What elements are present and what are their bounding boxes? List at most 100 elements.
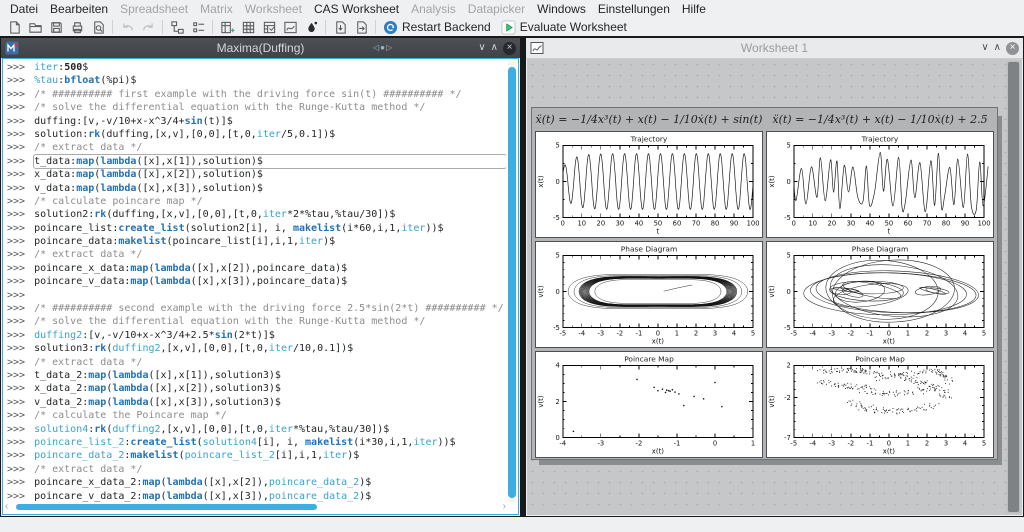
worksheet-panel-float-button[interactable]: ∨ [981,43,988,53]
properties-list-icon[interactable] [188,19,208,36]
document-new-icon[interactable] [4,19,24,36]
svg-text:1: 1 [675,330,679,338]
prompt: >>> [7,423,25,436]
worksheet-panel-expand-button[interactable]: ∧ [994,43,1001,53]
code-line: >>>x_data_2:map(lambda([x],x[2]),solutio… [7,382,506,395]
plot-trajectory-1[interactable]: Trajectory0102030405060708090100-505tx(t… [535,131,763,238]
redo-icon [138,19,158,36]
import-icon[interactable] [330,19,350,36]
prompt: >>> [7,248,25,261]
restart-backend-button[interactable]: Restart Backend [380,19,497,36]
prompt: >>> [7,356,25,369]
code-vertical-scrollbar[interactable] [508,61,516,502]
print-icon[interactable] [67,19,87,36]
svg-text:-2: -2 [847,330,854,338]
svg-text:-1: -1 [867,330,874,338]
prompt: >>> [7,289,25,302]
prompt: >>> [7,382,25,395]
code-line: >>>/* extract data */ [7,141,506,154]
svg-text:10: 10 [809,220,818,228]
prompt: >>> [7,449,25,462]
code-line: >>>/* solve the differential equation wi… [7,315,506,328]
code-line: >>>poincare_x_data_2:map(lambda([x],x[2]… [7,476,506,489]
svg-text:-5: -5 [784,214,791,222]
new-workbook-icon[interactable] [259,19,279,36]
scroll-left-arrow-icon[interactable]: ‹ [5,501,8,512]
plot-poincare-map-2[interactable]: Poincare Map-5-4-3-2-10123452-2-7x(t)v(t… [766,351,994,458]
plot-phase-diagram-1[interactable]: Phase Diagram-5-4-3-2-1012345-505x(t)v(t… [535,241,763,348]
worksheet-vertical-scrollbar[interactable] [1007,61,1020,513]
project-explorer-icon[interactable] [167,19,187,36]
menu-item-datei[interactable]: Datei [4,0,44,18]
svg-text:0: 0 [792,220,796,228]
svg-text:4: 4 [963,440,967,448]
code-vertical-scrollbar-thumb[interactable] [508,67,516,498]
svg-text:1: 1 [906,440,910,448]
restart-backend-icon [383,20,398,35]
svg-text:5: 5 [786,252,790,260]
maxima-code-editor[interactable]: >>>iter:500$>>>%tau:bfloat(%pi)$>>>/* ##… [2,58,519,515]
code-line: >>>/* extract data */ [7,248,506,261]
new-matrix-icon[interactable] [238,19,258,36]
svg-text:0: 0 [555,434,559,442]
toolbar-separator [112,20,113,34]
prompt: >>> [7,262,25,275]
prompt: >>> [7,436,25,449]
menu-item-cas-worksheet[interactable]: CAS Worksheet [308,0,405,18]
svg-text:t: t [657,228,660,236]
prompt: >>> [7,235,25,248]
code-horizontal-scrollbar[interactable]: ‹ › [5,503,506,512]
menu-item-worksheet: Worksheet [239,0,308,18]
worksheet-view[interactable]: ẍ(t) = −1/4x³(t) + x(t) − 1/10ẋ(t) + s… [527,59,1022,515]
svg-text:70: 70 [923,220,932,228]
prompt: >>> [7,141,25,154]
plot-canvas: Poincare Map-5-4-3-2-10123452-2-7x(t)v(t… [767,352,993,457]
menu-item-hilfe[interactable]: Hilfe [676,0,712,18]
svg-text:40: 40 [866,220,875,228]
prompt: >>> [7,476,25,489]
code-line: >>>/* extract data */ [7,463,506,476]
print-preview-icon[interactable] [88,19,108,36]
datapicker-icon[interactable] [301,19,321,36]
svg-text:50: 50 [885,220,894,228]
code-line: >>>x_data:map(lambda([x],x[2]),solution)… [7,168,506,181]
code-line: >>>/* ########## first example with the … [7,88,506,101]
code-line: >>>t_data:map(lambda([x],x[1]),solution)… [7,155,506,168]
folder-open-icon[interactable] [25,19,45,36]
new-worksheet-icon[interactable] [280,19,300,36]
menubar: DateiBearbeitenSpreadsheetMatrixWorkshee… [0,0,1024,18]
worksheet-panel-close-button[interactable]: × [1006,42,1019,55]
maxima-panel-expand-button[interactable]: ∧ [491,43,498,53]
menu-item-windows[interactable]: Windows [531,0,592,18]
maxima-panel-close-button[interactable]: × [503,42,516,55]
evaluate-worksheet-button[interactable]: Evaluate Worksheet [498,19,633,36]
menu-item-bearbeiten[interactable]: Bearbeiten [44,0,114,18]
menu-item-einstellungen[interactable]: Einstellungen [592,0,676,18]
code-line: >>>poincare_data:makelist(poincare_list[… [7,235,506,248]
maxima-panel-float-button[interactable]: ∨ [478,43,485,53]
svg-text:0: 0 [786,288,790,296]
worksheet-panel-titlebar: Worksheet 1 ∨ ∧ × [526,38,1023,59]
plot-trajectory-2[interactable]: Trajectory0102030405060708090100-505tx(t… [766,131,994,238]
plot-canvas: Trajectory0102030405060708090100-505tx(t… [536,132,762,237]
svg-text:x(t): x(t) [883,448,896,456]
svg-text:4: 4 [963,330,967,338]
code-line: >>>poincare_v_data:map(lambda([x],x[3]),… [7,275,506,288]
new-spreadsheet-icon[interactable] [217,19,237,36]
export-icon[interactable] [351,19,371,36]
worksheet-vertical-scrollbar-thumb[interactable] [1008,62,1019,512]
svg-text:3: 3 [944,330,948,338]
prompt: >>> [7,128,25,141]
svg-text:30: 30 [847,220,856,228]
svg-text:-5: -5 [553,324,560,332]
code-horizontal-scrollbar-thumb[interactable] [16,504,317,510]
worksheet-page: ẍ(t) = −1/4x³(t) + x(t) − 1/10ẋ(t) + s… [531,107,998,460]
prompt: >>> [7,182,25,195]
svg-text:2: 2 [694,330,698,338]
plot-phase-diagram-2[interactable]: Phase Diagram-5-4-3-2-1012345-505x(t)v(t… [766,241,994,348]
prompt: >>> [7,208,25,221]
save-icon[interactable] [46,19,66,36]
plot-poincare-map-1[interactable]: Poincare Map-4-3-2-101024x(t)v(t) [535,351,763,458]
undo-icon [117,19,137,36]
scroll-right-arrow-icon[interactable]: › [503,501,506,512]
